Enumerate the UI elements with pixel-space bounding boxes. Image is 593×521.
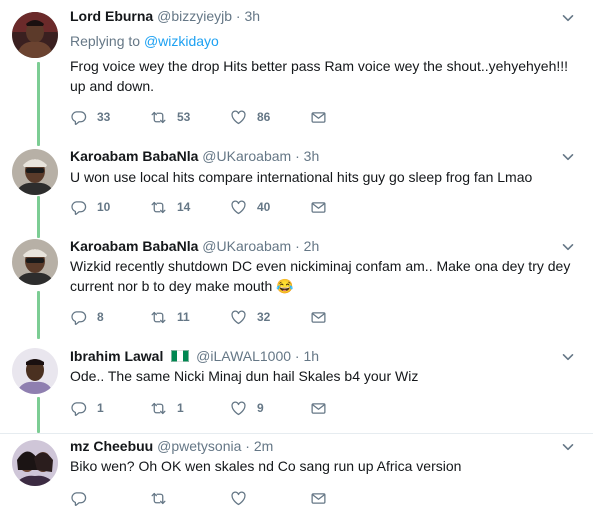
reply-icon bbox=[70, 400, 87, 417]
separator-dot: · bbox=[245, 438, 250, 454]
avatar[interactable] bbox=[12, 12, 58, 58]
retweet-count: 11 bbox=[177, 310, 190, 324]
retweet-count: 1 bbox=[177, 401, 184, 415]
reply-button[interactable] bbox=[70, 489, 97, 507]
like-button[interactable]: 86 bbox=[230, 108, 270, 126]
retweet-button[interactable]: 11 bbox=[150, 308, 190, 326]
display-name[interactable]: Karoabam BabaNla bbox=[70, 148, 198, 164]
chevron-down-icon[interactable] bbox=[561, 11, 575, 25]
chevron-down-icon[interactable] bbox=[561, 240, 575, 254]
tweet-text: U won use local hits compare internation… bbox=[70, 169, 533, 185]
like-button[interactable]: 32 bbox=[230, 308, 270, 326]
timestamp[interactable]: 3h bbox=[304, 148, 320, 164]
like-icon bbox=[230, 490, 247, 507]
dm-button[interactable] bbox=[310, 108, 327, 126]
retweet-button[interactable] bbox=[150, 489, 177, 507]
like-button[interactable]: 40 bbox=[230, 198, 270, 216]
retweet-button[interactable]: 53 bbox=[150, 108, 190, 126]
tweet-text-body: Wizkid recently shutdown DC even nickimi… bbox=[70, 258, 571, 294]
dm-icon bbox=[310, 490, 327, 507]
timestamp[interactable]: 3h bbox=[244, 8, 260, 24]
dm-button[interactable] bbox=[310, 399, 327, 417]
tweet-text: Biko wen? Oh OK wen skales nd Co sang ru… bbox=[70, 458, 462, 474]
dm-button[interactable] bbox=[310, 308, 327, 326]
reply-button[interactable]: 33 bbox=[70, 108, 110, 126]
timestamp[interactable]: 1h bbox=[303, 348, 319, 364]
like-count: 9 bbox=[257, 401, 264, 415]
retweet-button[interactable]: 1 bbox=[150, 399, 184, 417]
display-name[interactable]: Ibrahim Lawal bbox=[70, 348, 163, 364]
retweet-icon bbox=[150, 400, 167, 417]
tweet-text: Frog voice wey the drop Hits better pass… bbox=[70, 58, 569, 94]
dm-button[interactable] bbox=[310, 489, 327, 507]
display-name[interactable]: Lord Eburna bbox=[70, 8, 153, 24]
avatar[interactable] bbox=[12, 348, 58, 394]
user-handle[interactable]: @iLAWAL1000 bbox=[196, 348, 291, 364]
laughing-emoji-icon: 😂 bbox=[276, 278, 294, 294]
like-icon bbox=[230, 199, 247, 216]
timestamp[interactable]: 2m bbox=[254, 438, 273, 454]
timestamp[interactable]: 2h bbox=[304, 238, 320, 254]
reply-count: 10 bbox=[97, 200, 111, 214]
reply-count: 8 bbox=[97, 310, 104, 324]
reply-icon bbox=[70, 309, 87, 326]
like-count: 86 bbox=[257, 110, 271, 124]
retweet-icon bbox=[150, 309, 167, 326]
user-handle[interactable]: @UKaroabam bbox=[202, 238, 291, 254]
separator-dot: · bbox=[295, 148, 300, 164]
like-icon bbox=[230, 309, 247, 326]
user-handle[interactable]: @pwetysonia bbox=[157, 438, 241, 454]
reply-icon bbox=[70, 490, 87, 507]
nigeria-flag-icon bbox=[171, 350, 190, 362]
replying-label: Replying to bbox=[70, 33, 141, 49]
dm-button[interactable] bbox=[310, 198, 327, 216]
separator-dot: · bbox=[294, 348, 300, 364]
tweet[interactable]: mz Cheebuu @pwetysonia · 2m Biko wen? Oh… bbox=[0, 434, 593, 521]
separator-dot: · bbox=[295, 238, 300, 254]
display-name[interactable]: Karoabam BabaNla bbox=[70, 238, 198, 254]
reply-icon bbox=[70, 199, 87, 216]
chevron-down-icon[interactable] bbox=[561, 440, 575, 454]
tweet-text: Ode.. The same Nicki Minaj dun hail Skal… bbox=[70, 368, 419, 384]
avatar[interactable] bbox=[12, 440, 58, 486]
dm-icon bbox=[310, 109, 327, 126]
display-name[interactable]: mz Cheebuu bbox=[70, 438, 153, 454]
retweet-icon bbox=[150, 199, 167, 216]
reply-button[interactable]: 1 bbox=[70, 399, 104, 417]
mention-link[interactable]: @wizkidayo bbox=[144, 33, 219, 49]
reply-button[interactable]: 8 bbox=[70, 308, 104, 326]
like-icon bbox=[230, 109, 247, 126]
reply-count: 33 bbox=[97, 110, 111, 124]
reply-button[interactable]: 10 bbox=[70, 198, 110, 216]
avatar[interactable] bbox=[12, 149, 58, 195]
chevron-down-icon[interactable] bbox=[561, 350, 575, 364]
like-button[interactable] bbox=[230, 489, 257, 507]
tweet[interactable]: Lord Eburna @bizzyieyjb · 3h Replying to… bbox=[0, 0, 593, 140]
chevron-down-icon[interactable] bbox=[561, 150, 575, 164]
tweet[interactable]: Karoabam BabaNla @UKaroabam · 3h U won u… bbox=[0, 140, 593, 230]
retweet-count: 53 bbox=[177, 110, 191, 124]
tweet-text: Wizkid recently shutdown DC even nickimi… bbox=[70, 256, 580, 296]
reply-icon bbox=[70, 109, 87, 126]
retweet-button[interactable]: 14 bbox=[150, 198, 190, 216]
avatar[interactable] bbox=[12, 239, 58, 285]
user-handle[interactable]: @bizzyieyjb bbox=[157, 8, 232, 24]
like-count: 40 bbox=[257, 200, 271, 214]
retweet-icon bbox=[150, 490, 167, 507]
dm-icon bbox=[310, 199, 327, 216]
like-count: 32 bbox=[257, 310, 271, 324]
reply-count: 1 bbox=[97, 401, 104, 415]
tweet[interactable]: Ibrahim Lawal @iLAWAL1000 · 1h Ode.. The… bbox=[0, 340, 593, 433]
dm-icon bbox=[310, 309, 327, 326]
separator-dot: · bbox=[235, 8, 241, 24]
retweet-count: 14 bbox=[177, 200, 191, 214]
like-icon bbox=[230, 400, 247, 417]
retweet-icon bbox=[150, 109, 167, 126]
dm-icon bbox=[310, 400, 327, 417]
like-button[interactable]: 9 bbox=[230, 399, 264, 417]
replying-to: Replying to @wizkidayo bbox=[70, 32, 219, 50]
user-handle[interactable]: @UKaroabam bbox=[202, 148, 291, 164]
tweet[interactable]: Karoabam BabaNla @UKaroabam · 2h Wizkid … bbox=[0, 230, 593, 340]
